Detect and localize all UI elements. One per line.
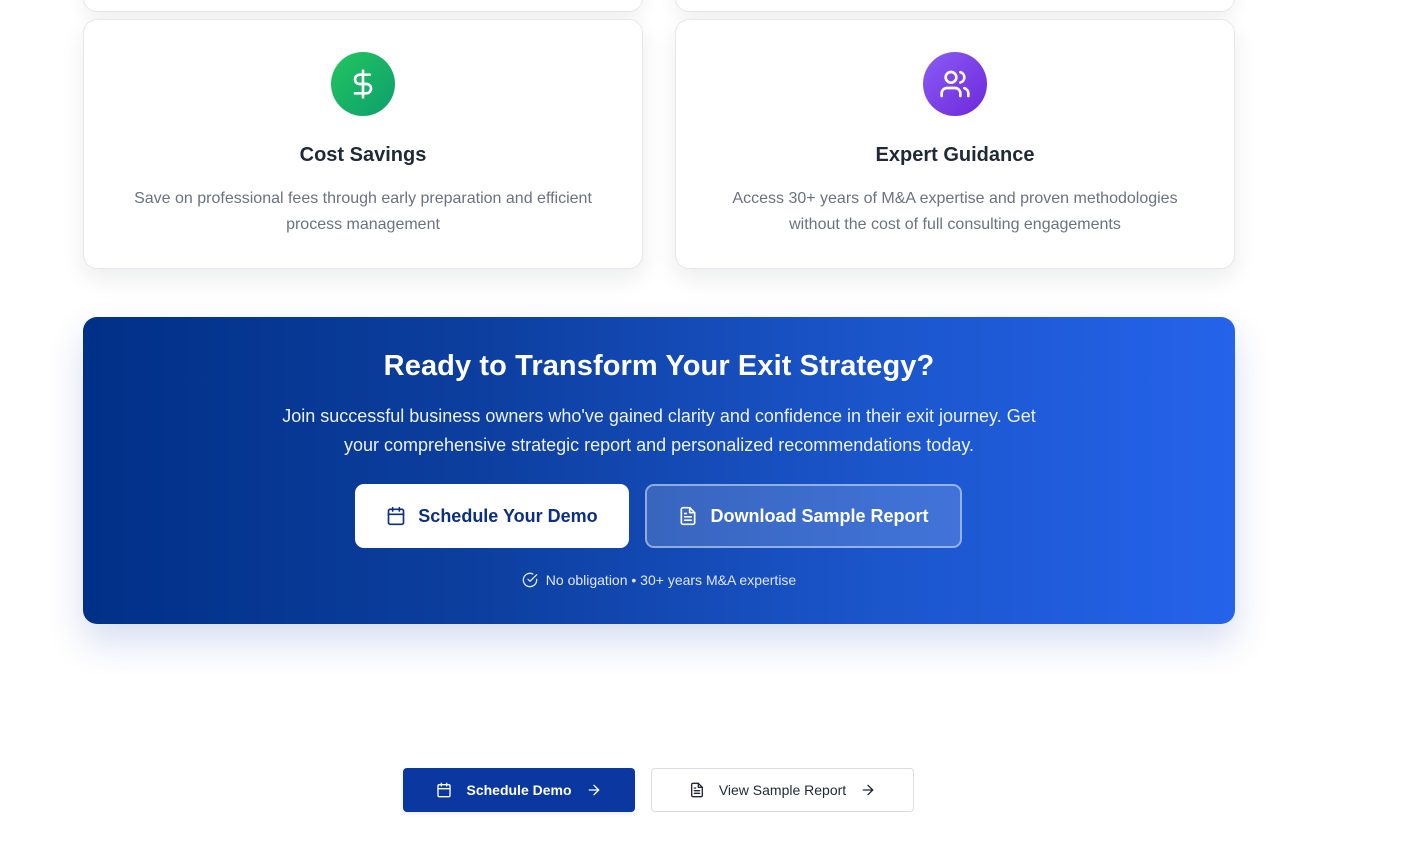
schedule-demo-label: Schedule Demo	[466, 782, 572, 798]
arrow-right-icon	[586, 782, 602, 798]
cta-title: Ready to Transform Your Exit Strategy?	[383, 350, 935, 382]
file-text-icon	[678, 506, 698, 526]
users-icon	[923, 52, 987, 116]
cta-subtitle: Join successful business owners who've g…	[282, 406, 1036, 455]
arrow-right-icon	[860, 782, 876, 798]
download-sample-report-button[interactable]: Download Sample Report	[645, 484, 962, 548]
calendar-icon	[436, 782, 452, 798]
schedule-demo-button[interactable]: Schedule Demo	[403, 768, 635, 812]
feature-description: Save on professional fees through early …	[134, 190, 592, 233]
schedule-your-demo-label: Schedule Your Demo	[418, 505, 598, 526]
file-text-icon	[689, 782, 705, 798]
previous-card-left	[83, 0, 643, 12]
cta-banner: Ready to Transform Your Exit Strategy? J…	[83, 317, 1235, 624]
feature-description: Access 30+ years of M&A expertise and pr…	[732, 190, 1178, 233]
feature-title: Cost Savings	[299, 144, 427, 166]
page: Cost Savings Save on professional fees t…	[0, 0, 1427, 843]
schedule-your-demo-button[interactable]: Schedule Your Demo	[355, 484, 629, 548]
previous-card-right	[675, 0, 1235, 12]
cta-note-text: No obligation • 30+ years M&A expertise	[545, 572, 797, 588]
download-sample-report-label: Download Sample Report	[710, 505, 929, 526]
calendar-icon	[386, 506, 406, 526]
cta-note: No obligation • 30+ years M&A expertise	[83, 572, 1235, 588]
feature-card-expert-guidance: Expert Guidance Access 30+ years of M&A …	[675, 19, 1235, 269]
check-circle-icon	[522, 572, 538, 588]
dollar-icon	[331, 52, 395, 116]
feature-title: Expert Guidance	[875, 144, 1035, 166]
view-sample-report-button[interactable]: View Sample Report	[651, 768, 914, 812]
view-sample-report-label: View Sample Report	[718, 782, 847, 798]
feature-card-cost-savings: Cost Savings Save on professional fees t…	[83, 19, 643, 269]
